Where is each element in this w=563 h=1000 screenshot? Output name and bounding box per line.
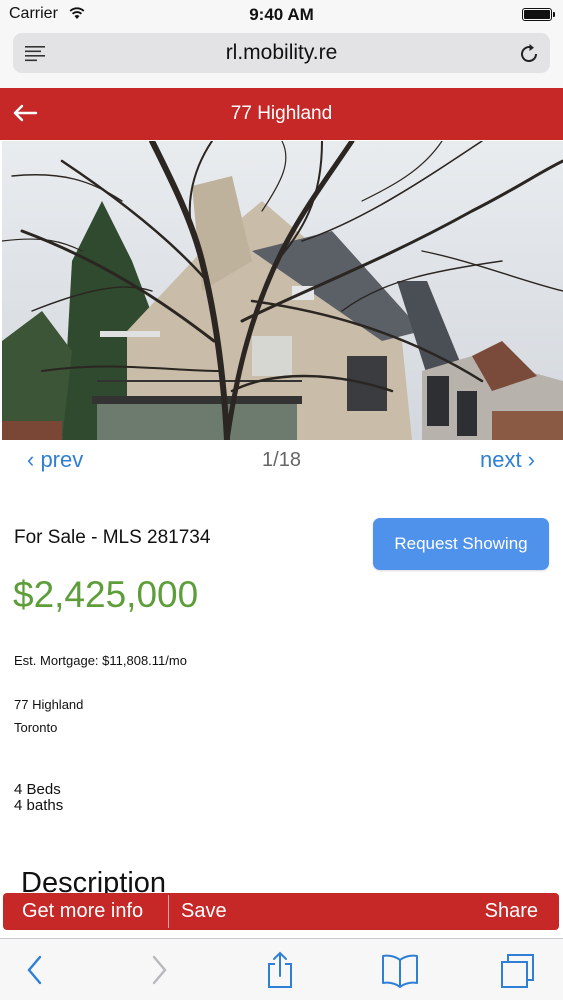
page-title: 77 Highland <box>230 103 333 124</box>
get-more-info-button[interactable]: Get more info <box>22 900 143 923</box>
listing-status: For Sale - MLS 281734 <box>14 527 211 548</box>
tabs-icon[interactable] <box>499 950 537 990</box>
next-photo-link[interactable]: next › <box>480 447 535 473</box>
reload-icon[interactable] <box>517 42 541 66</box>
baths-count: 4 baths <box>14 797 64 814</box>
status-time: 9:40 AM <box>249 5 314 24</box>
address-city: Toronto <box>14 720 58 735</box>
listing-price: $2,425,000 <box>13 574 199 615</box>
bookmarks-icon[interactable] <box>381 950 419 990</box>
address-street: 77 Highland <box>14 697 84 712</box>
browser-back-icon[interactable] <box>24 950 46 990</box>
action-divider <box>168 895 169 928</box>
browser-forward-icon[interactable] <box>148 950 170 990</box>
save-button[interactable]: Save <box>181 900 227 923</box>
listing-photo[interactable] <box>2 141 563 440</box>
share-button[interactable]: Share <box>485 900 538 923</box>
battery-icon <box>522 8 555 21</box>
photo-counter: 1/18 <box>262 449 301 471</box>
share-icon[interactable] <box>264 950 296 990</box>
url-text[interactable]: rl.mobility.re <box>0 41 563 65</box>
beds-count: 4 Beds <box>14 781 61 798</box>
mortgage-estimate: Est. Mortgage: $11,808.11/mo <box>14 653 187 668</box>
request-showing-button[interactable]: Request Showing <box>373 518 549 570</box>
